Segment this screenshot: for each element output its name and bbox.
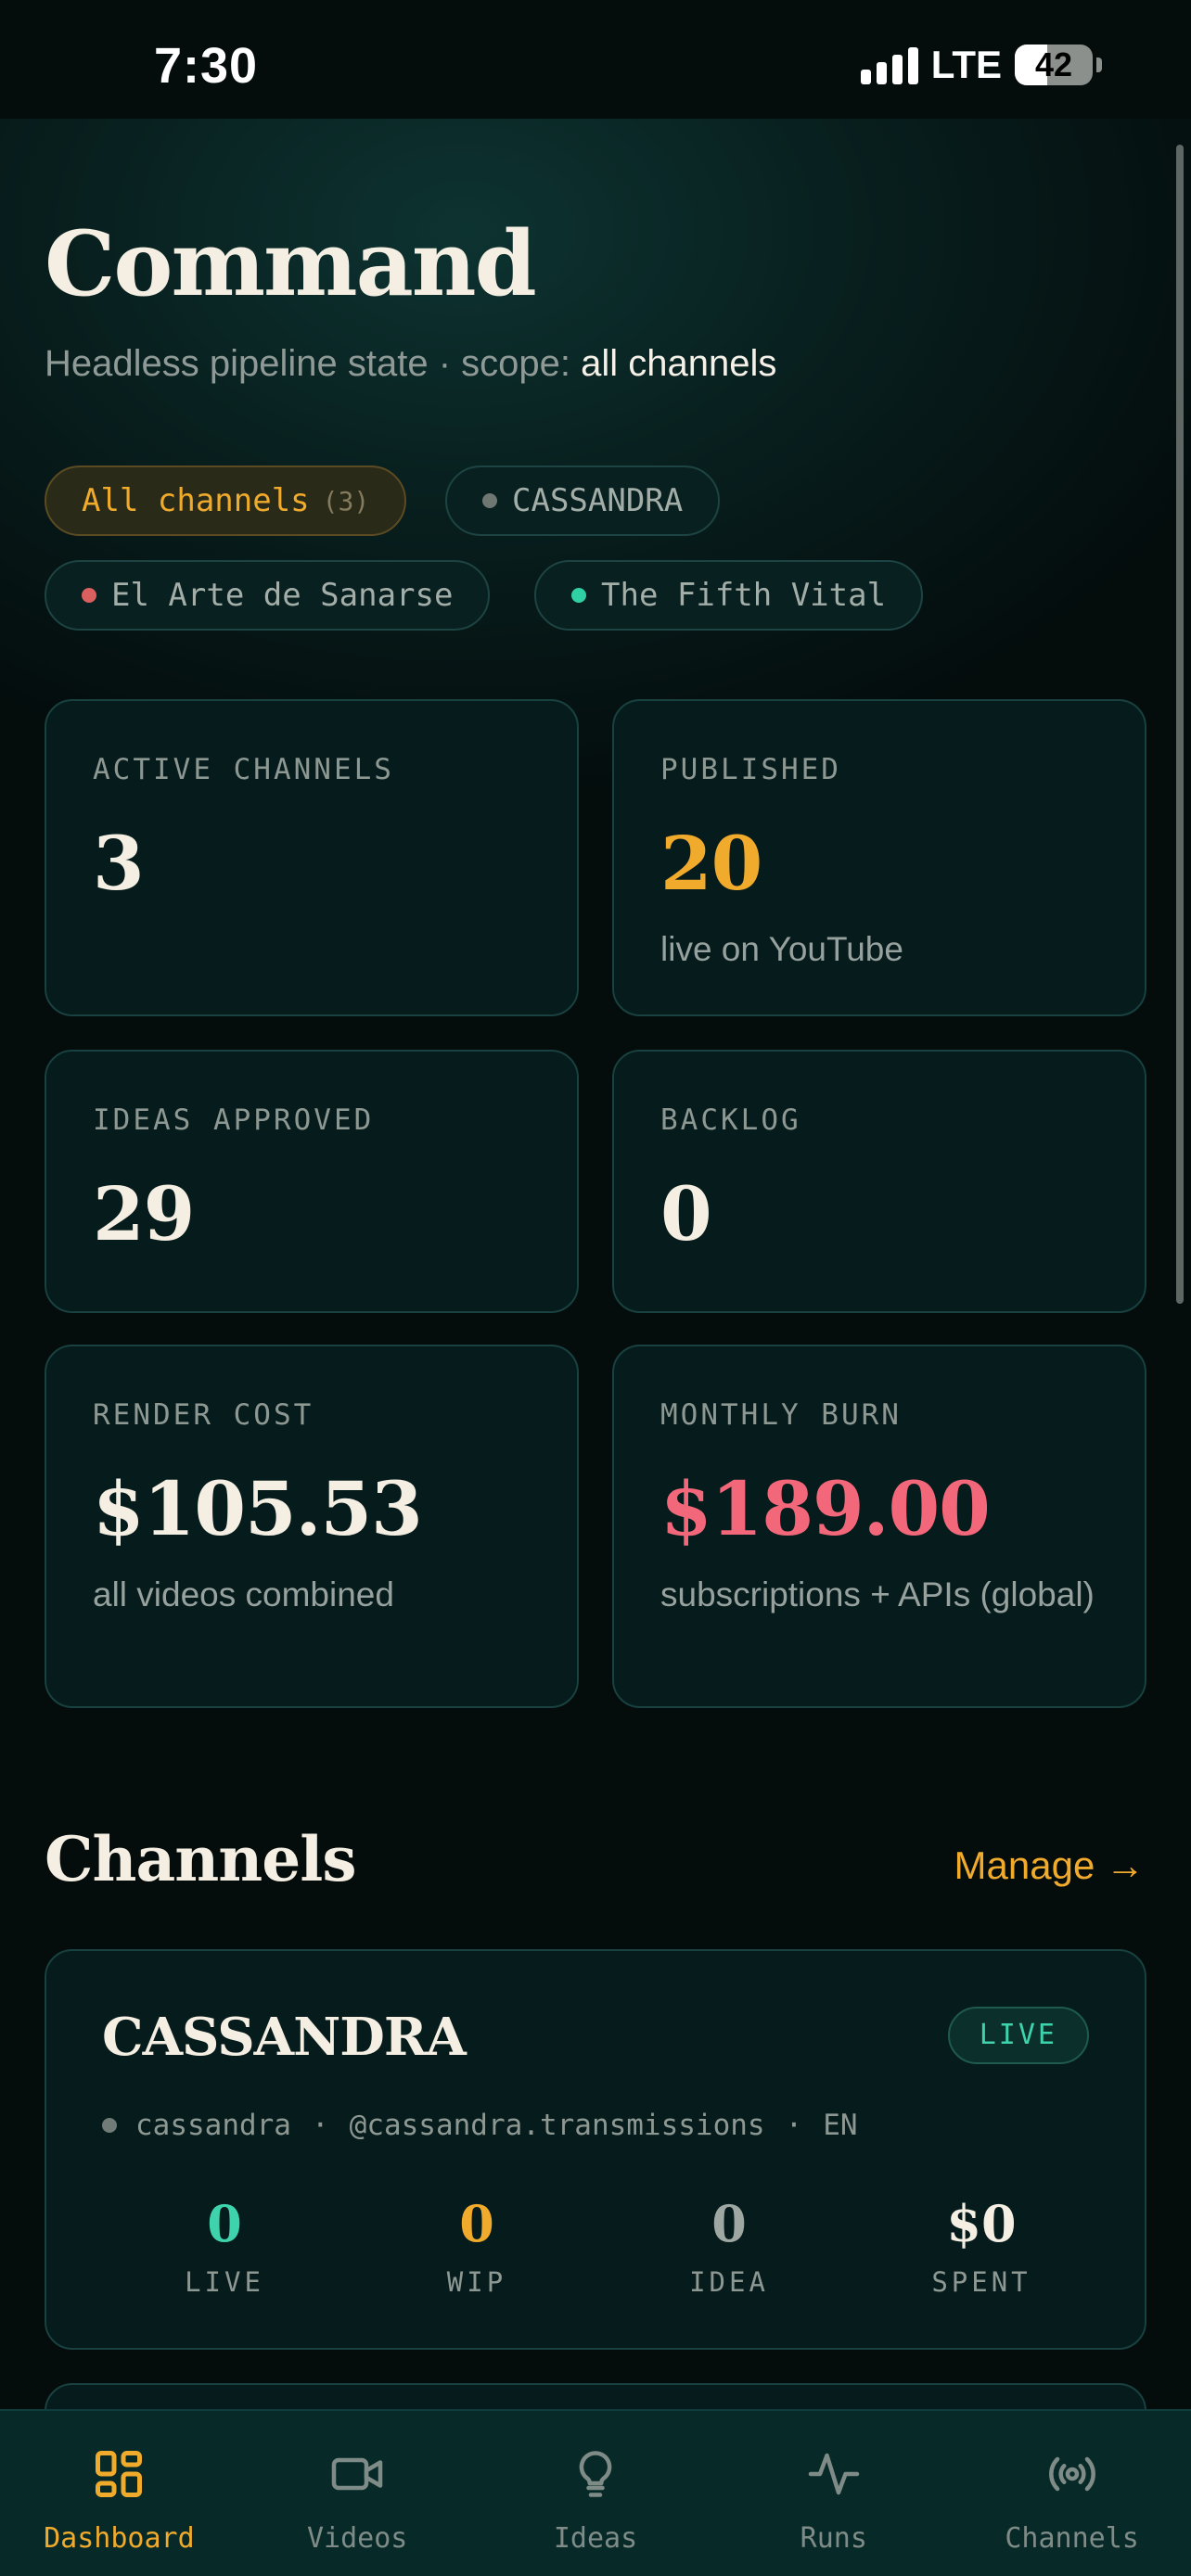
filter-chip-label: All channels [82,482,310,519]
filter-chip-cassandra[interactable]: CASSANDRA [445,465,721,536]
channel-meta: cassandra · @cassandra.transmissions · E… [102,2109,858,2142]
stat-label: IDEAS APPROVED [93,1103,375,1137]
channel-name: CASSANDRA [102,2007,467,2068]
tab-label: Videos [307,2522,408,2555]
stat-subtext: all videos combined [93,1575,394,1613]
page-subtitle: Headless pipeline state · scope: all cha… [45,343,776,385]
filter-chip-el-arte-de-sanarse[interactable]: El Arte de Sanarse [45,560,491,631]
stat-card-monthly-burn: MONTHLY BURN $189.00 subscriptions + API… [612,1345,1146,1708]
channel-language: EN [823,2109,858,2142]
channel-card-cassandra[interactable]: CASSANDRA LIVE cassandra · @cassandra.tr… [45,1949,1146,2350]
channel-stat-value: 0 [459,2194,494,2253]
channel-stat-label: IDEA [689,2266,769,2298]
network-type: LTE [930,43,1002,86]
stat-card-active-channels: ACTIVE CHANNELS 3 [45,699,579,1016]
filter-chip-count: (3) [322,485,370,516]
filter-chip-label: El Arte de Sanarse [111,577,454,614]
tab-label: Runs [800,2522,867,2555]
status-badge: LIVE [947,2007,1089,2064]
stat-label: PUBLISHED [660,753,841,786]
channel-stat-label: WIP [446,2266,507,2298]
cellular-signal-icon [860,45,918,84]
broadcast-icon [1048,2456,1095,2492]
dashboard-grid-icon [96,2451,143,2497]
battery-cap [1096,57,1102,72]
channel-stat-label: SPENT [931,2266,1031,2298]
stat-card-published: PUBLISHED 20 live on YouTube [612,699,1146,1016]
stat-value: 3 [93,820,145,907]
stat-value: 0 [660,1170,712,1257]
scrollbar[interactable] [1176,145,1184,1304]
tab-label: Channels [1005,2522,1139,2555]
stat-value: $189.00 [660,1465,991,1552]
tab-label: Dashboard [44,2522,195,2555]
stat-value: 20 [660,820,762,907]
tab-channels[interactable]: Channels [953,2411,1191,2576]
status-indicators: LTE 42 [860,41,1102,89]
stat-label: RENDER COST [93,1398,314,1432]
video-camera-icon [331,2457,383,2491]
tab-ideas[interactable]: Ideas [477,2411,715,2576]
channel-dot-icon [102,2118,117,2133]
battery-icon: 42 [1015,45,1093,85]
channel-stat-wip: 0 WIP [351,2194,603,2298]
subtitle-text: Headless pipeline state · scope: [45,343,582,384]
section-title-channels: Channels [45,1823,356,1895]
channel-slug: cassandra [135,2109,291,2142]
tab-dashboard[interactable]: Dashboard [0,2411,238,2576]
stat-label: ACTIVE CHANNELS [93,753,394,786]
stat-label: MONTHLY BURN [660,1398,902,1432]
stat-value: $105.53 [93,1465,423,1552]
channel-stat-idea: 0 IDEA [603,2194,855,2298]
status-bar: 7:30 LTE 42 [0,0,1191,119]
page-title: Command [45,211,537,316]
channel-stat-spent: $0 SPENT [855,2194,1108,2298]
manage-channels-link[interactable]: Manage → [954,1843,1145,1888]
stat-card-render-cost: RENDER COST $105.53 all videos combined [45,1345,579,1708]
tab-label: Ideas [553,2522,638,2555]
channel-card-partial[interactable] [45,2383,1146,2409]
filter-chip-label: CASSANDRA [512,482,684,519]
tab-runs[interactable]: Runs [714,2411,953,2576]
filter-chip-label: The Fifth Vital [601,577,887,614]
battery-percent: 42 [1034,45,1073,83]
bottom-tab-bar: Dashboard Videos Ideas Runs Channels [0,2409,1191,2576]
filter-chip-the-fifth-vital[interactable]: The Fifth Vital [534,560,924,631]
stat-card-backlog: BACKLOG 0 [612,1050,1146,1313]
meta-separator: · [785,2109,803,2142]
activity-pulse-icon [808,2453,860,2495]
channel-stat-label: LIVE [185,2266,264,2298]
stat-label: BACKLOG [660,1103,801,1137]
channel-stat-value: $0 [946,2194,1017,2253]
subtitle-scope: all channels [581,343,777,384]
channel-stat-value: 0 [207,2194,242,2253]
channel-dot-icon [482,493,497,508]
channel-handle: @cassandra.transmissions [349,2109,765,2142]
channel-dot-icon [571,588,586,603]
stat-card-ideas-approved: IDEAS APPROVED 29 [45,1050,579,1313]
dashboard-content[interactable]: Command Headless pipeline state · scope:… [0,119,1191,2409]
channel-stat-value: 0 [711,2194,747,2253]
stat-subtext: subscriptions + APIs (global) [660,1575,1095,1613]
filter-chip-all-channels[interactable]: All channels (3) [45,465,407,536]
stat-subtext: live on YouTube [660,930,903,968]
tab-videos[interactable]: Videos [238,2411,477,2576]
lightbulb-icon [579,2451,612,2497]
meta-separator: · [311,2109,329,2142]
channel-dot-icon [82,588,96,603]
stat-value: 29 [93,1170,195,1257]
channel-stat-live: 0 LIVE [98,2194,351,2298]
status-time: 7:30 [154,38,259,94]
